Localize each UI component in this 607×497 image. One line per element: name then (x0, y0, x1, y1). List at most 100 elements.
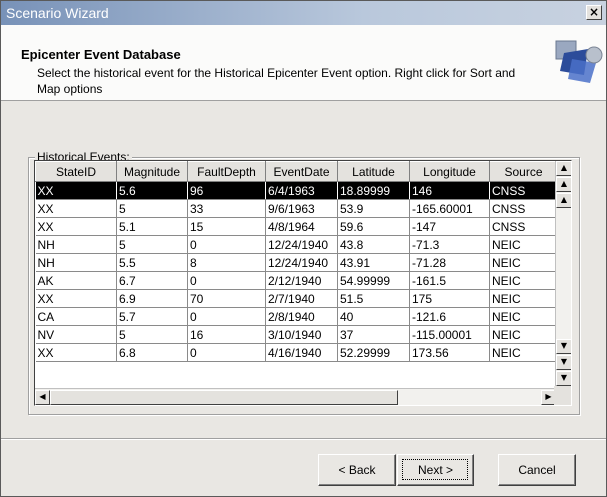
column-header-faultdepth[interactable]: FaultDepth (187, 161, 266, 182)
table-row[interactable]: NH 5.5 8 12/24/1940 43.91 -71.28 NEIC (35, 253, 558, 272)
table-cell: NEIC (489, 343, 558, 362)
table-cell: 0 (187, 235, 266, 254)
table-cell: 5.7 (116, 307, 188, 326)
table-cell: NEIC (489, 325, 558, 344)
table-cell: 37 (337, 325, 410, 344)
focus-rectangle (402, 459, 468, 480)
horizontal-scrollbar[interactable]: ◀ ▶ (35, 388, 556, 405)
table-cell: XX (35, 289, 117, 308)
table-cell: 2/12/1940 (265, 271, 338, 290)
table-cell: XX (35, 343, 117, 362)
table-cell: NEIC (489, 253, 558, 272)
scroll-down-icon[interactable]: ▼ (556, 339, 571, 354)
scroll-bottom-icon[interactable]: ▼ (556, 371, 571, 386)
table-cell: 2/8/1940 (265, 307, 338, 326)
table-row[interactable]: NH 5 0 12/24/1940 43.8 -71.3 NEIC (35, 235, 558, 254)
table-cell: 175 (409, 289, 490, 308)
page-title: Epicenter Event Database (21, 47, 181, 62)
table-cell: 5.1 (116, 217, 188, 236)
scrollbar-corner (554, 386, 571, 405)
close-icon: × (588, 5, 600, 19)
table-cell: 146 (409, 181, 490, 200)
table-cell: 6.8 (116, 343, 188, 362)
table-cell: 6.9 (116, 289, 188, 308)
vertical-scrollbar[interactable]: ▲ ▲ ▲ ▼ ▼ ▼ (555, 161, 571, 387)
scroll-up-icon[interactable]: ▲ (556, 193, 571, 208)
table-cell: AK (35, 271, 117, 290)
table-cell: -165.60001 (409, 199, 490, 218)
table-cell: NEIC (489, 235, 558, 254)
close-button[interactable]: × (586, 5, 602, 20)
table-cell: XX (35, 181, 117, 200)
back-button[interactable]: < Back (318, 454, 396, 486)
horizontal-scroll-thumb[interactable] (50, 390, 398, 405)
table-row[interactable]: XX 5.6 96 6/4/1963 18.89999 146 CNSS (35, 181, 558, 200)
footer-separator (1, 438, 606, 440)
header-panel: Epicenter Event Database Select the hist… (1, 25, 606, 101)
table-cell: 4/8/1964 (265, 217, 338, 236)
table-cell: 15 (187, 217, 266, 236)
table-row[interactable]: XX 5 33 9/6/1963 53.9 -165.60001 CNSS (35, 199, 558, 218)
table-cell: 4/16/1940 (265, 343, 338, 362)
scroll-page-up-icon[interactable]: ▲ (556, 177, 571, 192)
table-cell: -71.3 (409, 235, 490, 254)
table-cell: 18.89999 (337, 181, 410, 200)
table-cell: 0 (187, 307, 266, 326)
cancel-button[interactable]: Cancel (498, 454, 576, 486)
table-cell: 5.5 (116, 253, 188, 272)
table-cell: 5 (116, 199, 188, 218)
table-row[interactable]: XX 6.9 70 2/7/1940 51.5 175 NEIC (35, 289, 558, 308)
column-header-magnitude[interactable]: Magnitude (116, 161, 188, 182)
table-cell: 5 (116, 325, 188, 344)
column-header-longitude[interactable]: Longitude (409, 161, 490, 182)
next-button[interactable]: Next > (397, 454, 474, 486)
table-cell: 2/7/1940 (265, 289, 338, 308)
scroll-left-icon[interactable]: ◀ (35, 390, 50, 405)
table-cell: 54.99999 (337, 271, 410, 290)
cancel-button-label: Cancel (518, 463, 556, 477)
table-cell: XX (35, 199, 117, 218)
table-row[interactable]: XX 6.8 0 4/16/1940 52.29999 173.56 NEIC (35, 343, 558, 362)
events-table: StateID Magnitude FaultDepth EventDate L… (35, 161, 558, 362)
column-header-latitude[interactable]: Latitude (337, 161, 410, 182)
table-row[interactable]: XX 5.1 15 4/8/1964 59.6 -147 CNSS (35, 217, 558, 236)
page-description: Select the historical event for the Hist… (37, 66, 516, 96)
table-cell: 12/24/1940 (265, 235, 338, 254)
table-cell: 43.91 (337, 253, 410, 272)
scroll-top-icon[interactable]: ▲ (556, 161, 571, 176)
table-cell: CNSS (489, 181, 558, 200)
table-cell: 3/10/1940 (265, 325, 338, 344)
column-header-stateid[interactable]: StateID (35, 161, 117, 182)
events-grid[interactable]: StateID Magnitude FaultDepth EventDate L… (34, 160, 572, 406)
table-row[interactable]: AK 6.7 0 2/12/1940 54.99999 -161.5 NEIC (35, 271, 558, 290)
table-cell: 52.29999 (337, 343, 410, 362)
column-header-eventdate[interactable]: EventDate (265, 161, 338, 182)
table-cell: 33 (187, 199, 266, 218)
table-cell: 6.7 (116, 271, 188, 290)
scroll-page-down-icon[interactable]: ▼ (556, 355, 571, 370)
table-cell: 8 (187, 253, 266, 272)
table-row[interactable]: NV 5 16 3/10/1940 37 -115.00001 NEIC (35, 325, 558, 344)
table-header-row: StateID Magnitude FaultDepth EventDate L… (35, 161, 558, 182)
table-cell: 51.5 (337, 289, 410, 308)
table-cell: 6/4/1963 (265, 181, 338, 200)
scenario-wizard-window: Scenario Wizard × Epicenter Event Databa… (0, 0, 607, 497)
table-row[interactable]: CA 5.7 0 2/8/1940 40 -121.6 NEIC (35, 307, 558, 326)
table-cell: 173.56 (409, 343, 490, 362)
table-cell: 43.8 (337, 235, 410, 254)
table-cell: CNSS (489, 199, 558, 218)
table-cell: -161.5 (409, 271, 490, 290)
table-cell: 16 (187, 325, 266, 344)
column-header-source[interactable]: Source (489, 161, 558, 182)
table-cell: NEIC (489, 271, 558, 290)
table-cell: 0 (187, 271, 266, 290)
wizard-logo-icon (555, 40, 603, 83)
table-cell: 5.6 (116, 181, 188, 200)
table-cell: 5 (116, 235, 188, 254)
table-cell: -147 (409, 217, 490, 236)
table-cell: -121.6 (409, 307, 490, 326)
table-cell: NEIC (489, 289, 558, 308)
table-cell: 70 (187, 289, 266, 308)
table-cell: XX (35, 217, 117, 236)
table-cell: CNSS (489, 217, 558, 236)
